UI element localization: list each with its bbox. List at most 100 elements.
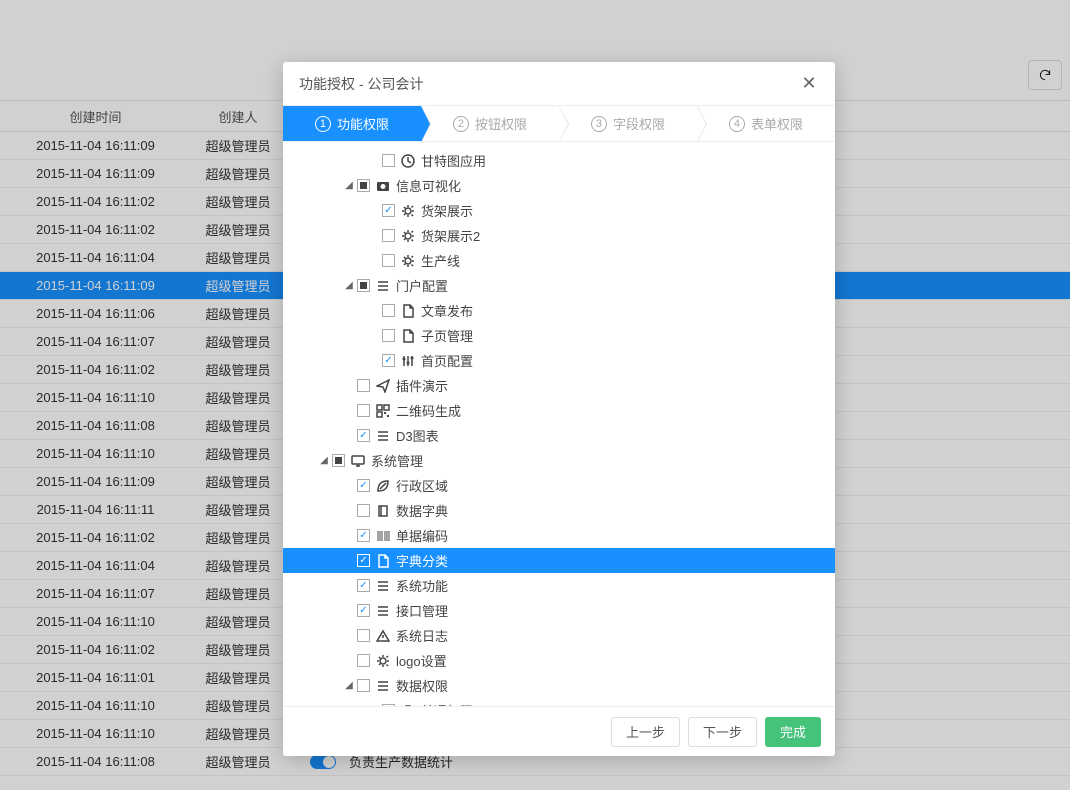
tree-label: 数据权限 xyxy=(396,676,448,695)
checkbox[interactable] xyxy=(357,479,370,492)
tree-label: 生产线 xyxy=(421,251,460,270)
sliders-icon xyxy=(401,354,415,368)
modal-title: 功能授权 - 公司会计 xyxy=(299,74,799,94)
step-number-icon: 1 xyxy=(315,116,331,132)
tree-item[interactable]: 数据字典 xyxy=(283,498,835,523)
list-icon xyxy=(376,429,390,443)
book-icon xyxy=(376,504,390,518)
tree-label: 数据字典 xyxy=(396,501,448,520)
list-icon xyxy=(376,679,390,693)
modal-header: 功能授权 - 公司会计 ✕ xyxy=(283,62,835,106)
expand-icon[interactable]: ◢ xyxy=(343,680,355,691)
barcode-icon xyxy=(376,529,390,543)
checkbox[interactable] xyxy=(382,229,395,242)
prev-button[interactable]: 上一步 xyxy=(611,717,680,747)
tree-item[interactable]: logo设置 xyxy=(283,648,835,673)
tree-label: 文章发布 xyxy=(421,301,473,320)
tree-item[interactable]: 插件演示 xyxy=(283,373,835,398)
checkbox[interactable] xyxy=(357,179,370,192)
tree-label: 接口管理 xyxy=(396,601,448,620)
tree-item[interactable]: 字典分类 xyxy=(283,548,835,573)
checkbox[interactable] xyxy=(357,379,370,392)
checkbox[interactable] xyxy=(357,679,370,692)
checkbox[interactable] xyxy=(357,604,370,617)
step-功能权限[interactable]: 1 功能权限 xyxy=(283,106,421,141)
tree-item[interactable]: D3图表 xyxy=(283,423,835,448)
step-label: 功能权限 xyxy=(337,114,389,133)
expand-icon[interactable]: ◢ xyxy=(343,180,355,191)
tree-item[interactable]: 普通权限 xyxy=(283,698,835,706)
leaf-icon xyxy=(376,479,390,493)
gear-icon xyxy=(401,204,415,218)
checkbox[interactable] xyxy=(382,329,395,342)
qr-icon xyxy=(376,404,390,418)
tree-item[interactable]: 接口管理 xyxy=(283,598,835,623)
checkbox[interactable] xyxy=(357,554,370,567)
step-number-icon: 4 xyxy=(729,116,745,132)
step-表单权限[interactable]: 4表单权限 xyxy=(697,106,835,141)
tree-label: 信息可视化 xyxy=(396,176,461,195)
tree-label: 首页配置 xyxy=(421,351,473,370)
tree-label: 字典分类 xyxy=(396,551,448,570)
modal-footer: 上一步 下一步 完成 xyxy=(283,706,835,756)
checkbox[interactable] xyxy=(382,354,395,367)
step-label: 按钮权限 xyxy=(475,114,527,133)
checkbox[interactable] xyxy=(382,154,395,167)
tree-label: 单据编码 xyxy=(396,526,448,545)
tree-label: 子页管理 xyxy=(421,326,473,345)
list-icon xyxy=(376,279,390,293)
tree-item[interactable]: 二维码生成 xyxy=(283,398,835,423)
steps-bar: 1 功能权限 2按钮权限 3 字段权限 4表单权限 xyxy=(283,106,835,142)
checkbox[interactable] xyxy=(357,529,370,542)
checkbox[interactable] xyxy=(357,629,370,642)
tree-item[interactable]: 系统日志 xyxy=(283,623,835,648)
tree-item[interactable]: ◢ 信息可视化 xyxy=(283,173,835,198)
checkbox[interactable] xyxy=(357,279,370,292)
tree-item[interactable]: 系统功能 xyxy=(283,573,835,598)
done-button[interactable]: 完成 xyxy=(765,717,821,747)
tree-item[interactable]: ◢ 数据权限 xyxy=(283,673,835,698)
next-button[interactable]: 下一步 xyxy=(688,717,757,747)
warn-icon xyxy=(376,629,390,643)
tree-label: 插件演示 xyxy=(396,376,448,395)
tree-label: 货架展示2 xyxy=(421,226,480,245)
checkbox[interactable] xyxy=(357,404,370,417)
tree-item[interactable]: 货架展示2 xyxy=(283,223,835,248)
tree-item[interactable]: 货架展示 xyxy=(283,198,835,223)
checkbox[interactable] xyxy=(357,504,370,517)
checkbox[interactable] xyxy=(382,204,395,217)
tree-label: 系统管理 xyxy=(371,451,423,470)
checkbox[interactable] xyxy=(382,304,395,317)
doc-icon xyxy=(376,554,390,568)
tree-item[interactable]: 甘特图应用 xyxy=(283,148,835,173)
step-label: 字段权限 xyxy=(613,114,665,133)
permission-tree[interactable]: 甘特图应用 ◢ 信息可视化货架展示货架展示2 生产线 ◢门户配置文章发布子页管理首页配置… xyxy=(283,142,835,706)
doc-icon xyxy=(401,329,415,343)
tree-label: 系统功能 xyxy=(396,576,448,595)
checkbox[interactable] xyxy=(332,454,345,467)
tree-item[interactable]: 文章发布 xyxy=(283,298,835,323)
checkbox[interactable] xyxy=(357,579,370,592)
tree-label: 甘特图应用 xyxy=(421,151,486,170)
permission-modal: 功能授权 - 公司会计 ✕ 1 功能权限 2按钮权限 3 字段权限 4表单权限 甘特图应用… xyxy=(283,62,835,756)
step-number-icon: 3 xyxy=(591,116,607,132)
tree-item[interactable]: 单据编码 xyxy=(283,523,835,548)
tree-label: 系统日志 xyxy=(396,626,448,645)
tree-label: logo设置 xyxy=(396,651,447,670)
step-字段权限[interactable]: 3 字段权限 xyxy=(559,106,697,141)
tree-item[interactable]: 子页管理 xyxy=(283,323,835,348)
tree-item[interactable]: ◢门户配置 xyxy=(283,273,835,298)
tree-item[interactable]: ◢ 系统管理 xyxy=(283,448,835,473)
checkbox[interactable] xyxy=(357,654,370,667)
tree-item[interactable]: 首页配置 xyxy=(283,348,835,373)
checkbox[interactable] xyxy=(382,254,395,267)
checkbox[interactable] xyxy=(357,429,370,442)
tree-item[interactable]: 生产线 xyxy=(283,248,835,273)
tree-item[interactable]: 行政区域 xyxy=(283,473,835,498)
expand-icon[interactable]: ◢ xyxy=(318,455,330,466)
step-按钮权限[interactable]: 2按钮权限 xyxy=(421,106,559,141)
doc-icon xyxy=(401,304,415,318)
expand-icon[interactable]: ◢ xyxy=(343,280,355,291)
close-button[interactable]: ✕ xyxy=(799,74,819,94)
tree-label: 货架展示 xyxy=(421,201,473,220)
